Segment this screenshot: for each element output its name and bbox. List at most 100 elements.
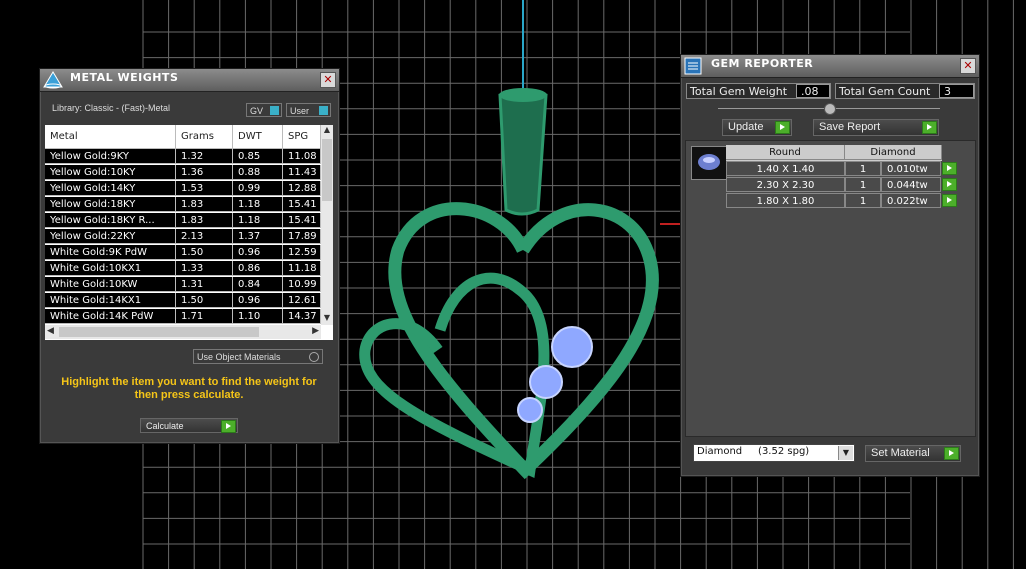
table-cell: 0.99: [233, 181, 283, 196]
gem-reporter-titlebar[interactable]: GEM REPORTER ✕: [681, 55, 979, 78]
play-icon: [944, 447, 959, 460]
gv-toggle[interactable]: GV: [246, 103, 282, 117]
chevron-down-icon[interactable]: ▼: [838, 446, 853, 460]
close-icon[interactable]: ✕: [960, 58, 976, 74]
table-cell: 1.37: [233, 229, 283, 244]
table-header: Metal Grams DWT SPG: [45, 125, 321, 149]
gem-thumbnail[interactable]: [691, 146, 727, 180]
table-cell: 1.50: [176, 293, 233, 308]
table-row[interactable]: Yellow Gold:22KY 2.13 1.37 17.89: [45, 229, 321, 245]
radio-icon: [309, 352, 319, 362]
gem-cell: 0.022tw: [881, 193, 941, 208]
table-row[interactable]: White Gold:14K PdW 1.71 1.10 14.37: [45, 309, 321, 325]
total-gem-weight-value: .08: [796, 84, 830, 98]
update-label: Update: [728, 121, 764, 133]
table-cell: 1.18: [233, 197, 283, 212]
gem-reporter-panel: GEM REPORTER ✕ Total Gem Weight .08 Tota…: [680, 54, 980, 477]
diamond-icon: [698, 154, 720, 170]
use-object-materials-toggle[interactable]: Use Object Materials: [193, 349, 323, 364]
slider-track[interactable]: [718, 103, 940, 115]
scroll-thumb[interactable]: [322, 139, 332, 201]
scroll-down-icon[interactable]: ▼: [321, 313, 333, 325]
table-cell: Yellow Gold:22KY: [45, 229, 176, 244]
user-label: User: [290, 106, 310, 116]
scroll-up-icon[interactable]: ▲: [321, 125, 333, 137]
gem-cell: 0.010tw: [881, 161, 941, 176]
table-cell: 11.08: [283, 149, 321, 164]
column-header-dwt[interactable]: DWT: [233, 125, 283, 149]
gv-label: GV: [250, 106, 264, 116]
column-header-spg[interactable]: SPG: [283, 125, 321, 149]
table-cell: 12.59: [283, 245, 321, 260]
scroll-left-icon[interactable]: ◀: [47, 326, 54, 336]
gem-cell: 1: [845, 161, 881, 176]
user-toggle[interactable]: User: [286, 103, 331, 117]
table-cell: White Gold:9K PdW: [45, 245, 176, 260]
table-cell: 17.89: [283, 229, 321, 244]
horizontal-scrollbar[interactable]: ◀ ▶: [45, 325, 321, 339]
scroll-right-icon[interactable]: ▶: [312, 326, 319, 336]
table-cell: 1.31: [176, 277, 233, 292]
metal-weights-titlebar[interactable]: METAL WEIGHTS ✕: [40, 69, 339, 92]
vertical-scrollbar[interactable]: ▲ ▼: [321, 125, 333, 325]
metal-table: Metal Grams DWT SPG Yellow Gold:9KY 1.32 0…: [45, 125, 333, 340]
table-row[interactable]: Yellow Gold:14KY 1.53 0.99 12.88: [45, 181, 321, 197]
play-icon[interactable]: [942, 162, 957, 175]
table-row[interactable]: White Gold:10KX1 1.33 0.86 11.18: [45, 261, 321, 277]
gem-row[interactable]: 2.30 X 2.30 1 0.044tw: [726, 177, 957, 193]
table-cell: 1.10: [233, 309, 283, 324]
toggle-indicator-icon: [319, 106, 328, 115]
table-cell: 0.86: [233, 261, 283, 276]
table-row[interactable]: Yellow Gold:10KY 1.36 0.88 11.43: [45, 165, 321, 181]
close-icon[interactable]: ✕: [320, 72, 336, 88]
play-icon: [922, 121, 937, 134]
table-row[interactable]: White Gold:10KW 1.31 0.84 10.99: [45, 277, 321, 293]
table-cell: 1.32: [176, 149, 233, 164]
slider-handle[interactable]: [824, 103, 836, 115]
save-report-button[interactable]: Save Report: [813, 119, 939, 136]
gem-row[interactable]: 1.80 X 1.80 1 0.022tw: [726, 193, 957, 209]
table-cell: 1.83: [176, 197, 233, 212]
table-cell: 12.61: [283, 293, 321, 308]
table-cell: 11.18: [283, 261, 321, 276]
table-cell: 11.43: [283, 165, 321, 180]
table-row[interactable]: Yellow Gold:18KY R... 1.83 1.18 15.41: [45, 213, 321, 229]
table-row[interactable]: Yellow Gold:9KY 1.32 0.85 11.08: [45, 149, 321, 165]
set-material-label: Set Material: [871, 447, 930, 459]
gem-cell: 1: [845, 177, 881, 192]
set-material-button[interactable]: Set Material: [865, 445, 961, 462]
total-gem-count-value: 3: [939, 84, 974, 98]
table-row[interactable]: White Gold:14KX1 1.50 0.96 12.61: [45, 293, 321, 309]
table-cell: 1.53: [176, 181, 233, 196]
metal-weights-title: METAL WEIGHTS: [70, 71, 179, 84]
hint-text: Highlight the item you want to find the …: [61, 376, 317, 401]
table-cell: 1.83: [176, 213, 233, 228]
column-header-diamond[interactable]: Diamond: [845, 145, 942, 160]
calculate-button[interactable]: Calculate: [140, 418, 238, 433]
table-cell: Yellow Gold:9KY: [45, 149, 176, 164]
table-row[interactable]: White Gold:9K PdW 1.50 0.96 12.59: [45, 245, 321, 261]
library-label: Library: Classic - (Fast)-Metal: [52, 103, 171, 113]
column-header-grams[interactable]: Grams: [176, 125, 233, 149]
play-icon[interactable]: [942, 178, 957, 191]
scroll-thumb[interactable]: [59, 327, 259, 337]
gem-row[interactable]: 1.40 X 1.40 1 0.010tw: [726, 161, 957, 177]
use-object-materials-label: Use Object Materials: [197, 352, 281, 362]
report-icon: [684, 57, 702, 75]
gem-cell: 1: [845, 193, 881, 208]
metal-weights-panel: METAL WEIGHTS ✕ Library: Classic - (Fast…: [39, 68, 340, 444]
table-cell: White Gold:10KX1: [45, 261, 176, 276]
material-select[interactable]: Diamond (3.52 spg) ▼: [693, 444, 855, 462]
update-button[interactable]: Update: [722, 119, 792, 136]
column-header-round[interactable]: Round: [726, 145, 845, 160]
calculate-label: Calculate: [146, 421, 184, 431]
material-select-value: Diamond (3.52 spg): [697, 446, 810, 457]
save-report-label: Save Report: [819, 121, 881, 133]
table-row[interactable]: Yellow Gold:18KY 1.83 1.18 15.41: [45, 197, 321, 213]
play-icon[interactable]: [942, 194, 957, 207]
pendant-model[interactable]: [359, 88, 659, 480]
cone-icon: [43, 71, 63, 89]
table-cell: White Gold:14KX1: [45, 293, 176, 308]
gem-reporter-title: GEM REPORTER: [711, 57, 814, 70]
column-header-metal[interactable]: Metal: [45, 125, 176, 149]
